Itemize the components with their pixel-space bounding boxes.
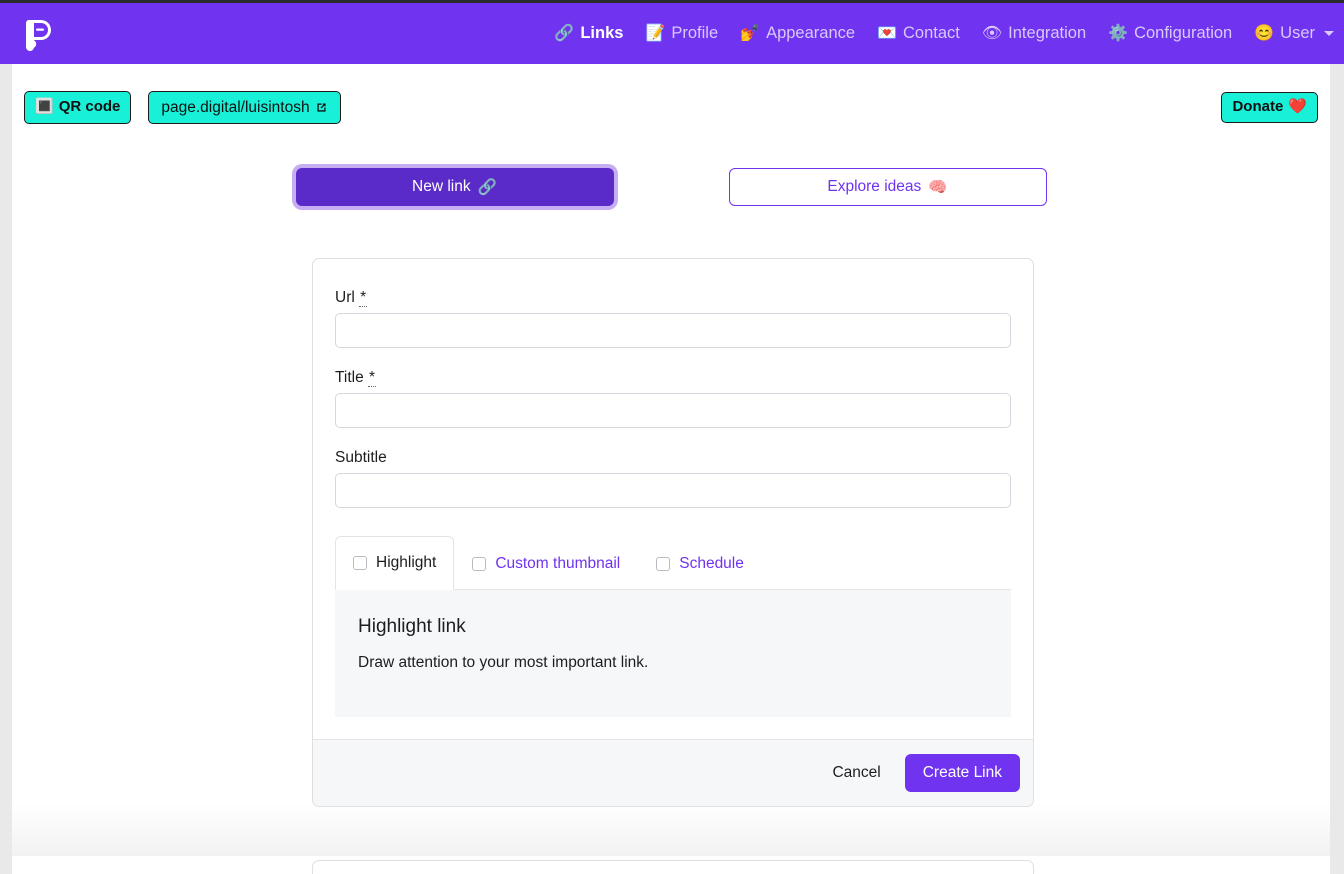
vertical-scrollbar[interactable] [1330,64,1344,874]
page-content: 🔳 QR code page.digital/luisintosh Donate… [12,64,1330,874]
nav-label-profile: Profile [671,24,719,42]
highlight-checkbox[interactable] [353,556,367,570]
scroll-fade-overlay [12,804,1330,856]
app-logo[interactable] [18,14,58,54]
title-required-marker[interactable]: * [368,369,377,387]
utility-toolbar-left: 🔳 QR code page.digital/luisintosh [24,91,341,125]
nav-label-configuration: Configuration [1134,24,1233,42]
eye-icon: 👁 [981,24,1003,42]
custom-thumbnail-checkbox[interactable] [472,556,487,571]
donate-button[interactable]: Donate ❤️ [1221,92,1318,124]
nav-item-contact[interactable]: 💌 Contact [877,24,960,43]
donate-label: Donate [1232,98,1284,116]
url-label: Url * [335,289,1011,307]
link-icon: 🔗 [477,178,497,196]
external-link-icon [317,103,326,112]
section-tabs: New link 🔗 Explore ideas 🧠 [12,168,1330,206]
option-tab-highlight[interactable]: Highlight [335,536,455,590]
tab-new-link-label: New link [412,178,471,195]
link-options-tablist: Highlight Custom thumbnail Schedule [335,536,1011,590]
nav-label-appearance: Appearance [766,24,856,42]
logo-p-icon [25,19,51,51]
heart-icon: ❤️ [1288,98,1307,116]
field-subtitle: Subtitle [335,449,1011,508]
create-link-button[interactable]: Create Link [904,754,1020,792]
cancel-button[interactable]: Cancel [828,756,884,790]
utility-toolbar-right: Donate ❤️ [1221,92,1318,124]
nav-item-appearance[interactable]: 💅 Appearance [740,24,855,43]
tab-new-link[interactable]: New link 🔗 [295,168,614,206]
link-icon: 🔗 [554,24,575,42]
tab-explore-ideas-label: Explore ideas [827,178,922,195]
url-input[interactable] [335,313,1011,348]
public-url-label: page.digital/luisintosh [161,99,310,116]
love-letter-icon: 💌 [877,24,897,42]
new-link-form: Url * Title * Subtitle Highlight Custom … [313,259,1033,739]
nav-item-integration[interactable]: 👁 Integration [982,24,1086,43]
option-tab-highlight-label: Highlight [376,554,437,571]
highlight-panel-title: Highlight link [358,616,466,637]
nav-item-configuration[interactable]: ⚙️ Configuration [1108,24,1232,43]
link-options: Highlight Custom thumbnail Schedule High… [335,536,1011,717]
tab-explore-ideas[interactable]: Explore ideas 🧠 [728,168,1047,206]
main-navbar: 🔗 Links 📝 Profile 💅 Appearance 💌 Contact… [0,3,1344,64]
schedule-checkbox[interactable] [656,556,671,571]
utility-toolbar: 🔳 QR code page.digital/luisintosh Donate… [24,91,1318,125]
title-label: Title * [335,369,1011,387]
url-label-text: Url [335,289,355,306]
field-url: Url * [335,289,1011,348]
brain-icon: 🧠 [928,178,948,196]
option-tab-custom-thumbnail-label: Custom thumbnail [495,554,621,572]
qr-code-label: QR code [58,98,121,116]
memo-icon: 📝 [645,24,666,42]
nav-item-links[interactable]: 🔗 Links [554,24,623,43]
new-link-card: Url * Title * Subtitle Highlight Custom … [312,258,1034,807]
url-required-marker[interactable]: * [359,289,368,307]
title-input[interactable] [335,393,1011,428]
nail-polish-icon: 💅 [740,24,761,42]
gear-icon: ⚙️ [1108,24,1129,42]
nav-label-integration: Integration [1008,24,1087,42]
field-title: Title * [335,369,1011,428]
highlight-panel-description: Draw attention to your most important li… [358,654,649,671]
option-tab-schedule-label: Schedule [679,554,744,572]
title-label-text: Title [335,369,364,386]
highlight-panel: Highlight link Draw attention to your mo… [335,590,1011,717]
nav-label-user: User [1280,24,1315,42]
option-tab-custom-thumbnail[interactable]: Custom thumbnail [454,536,638,590]
chevron-down-icon [1324,31,1334,36]
qr-code-button[interactable]: 🔳 QR code [24,91,132,125]
smiley-icon: 😊 [1254,24,1275,42]
nav-label-contact: Contact [902,24,960,42]
subtitle-label: Subtitle [335,449,387,466]
new-link-card-footer: Cancel Create Link [313,739,1033,806]
subtitle-input[interactable] [335,473,1011,508]
nav-item-profile[interactable]: 📝 Profile [645,24,718,43]
public-url-button[interactable]: page.digital/luisintosh [148,91,341,125]
next-link-card-partial [312,860,1034,874]
option-tab-schedule[interactable]: Schedule [638,536,762,590]
nav-label-links: Links [580,24,624,42]
nav-item-user-menu[interactable]: 😊 User [1254,24,1334,43]
qr-code-icon: 🔳 [35,98,54,116]
primary-navigation: 🔗 Links 📝 Profile 💅 Appearance 💌 Contact… [554,24,1334,43]
